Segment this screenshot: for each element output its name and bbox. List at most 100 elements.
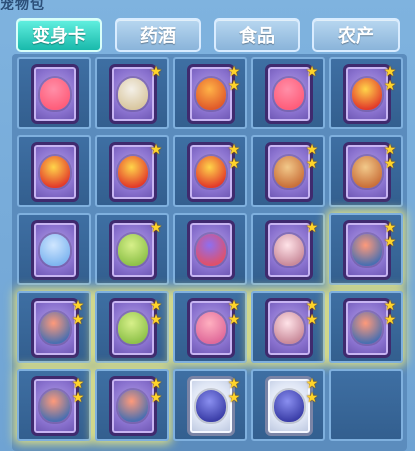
inventory-slot[interactable]: ★ ★ [173,369,247,441]
inventory-slot[interactable]: ★ ★ [329,57,403,129]
inventory-slot[interactable]: ★ [251,57,325,129]
star-rating: ★ [305,65,319,79]
inventory-slot[interactable]: ★ ★ [251,291,325,363]
tab-farm-produce[interactable]: 农产 [312,18,400,52]
star-icon: ★ [305,220,319,236]
star-icon: ★ [149,376,163,392]
inventory-slot[interactable]: ★ ★ [251,369,325,441]
inventory-slot[interactable]: ★ ★ [329,213,403,285]
armored-warrior-icon [118,390,148,422]
star-icon: ★ [383,78,397,94]
star-rating: ★ ★ [227,377,241,405]
tab-potion[interactable]: 药酒 [115,18,201,52]
inventory-slot[interactable] [17,57,91,129]
armored-warrior-icon [352,234,382,266]
star-icon: ★ [149,64,163,80]
inventory-slot[interactable]: ★ [95,213,169,285]
armored-warrior-icon [352,312,382,344]
star-icon: ★ [383,64,397,80]
star-rating: ★ [149,221,163,235]
star-icon: ★ [305,156,319,172]
empty-slot[interactable] [329,369,403,441]
inventory-slot[interactable]: ★ ★ [251,135,325,207]
green-spirit-icon [118,234,148,266]
green-spirit-icon [118,312,148,344]
inventory-slot[interactable]: ★ ★ [329,135,403,207]
star-rating: ★ ★ [149,299,163,327]
star-icon: ★ [383,298,397,314]
star-icon: ★ [305,376,319,392]
orange-dragon-icon [196,78,226,110]
pink-creature-icon [274,78,304,110]
bird-icon [196,234,226,266]
inventory-slot[interactable]: ★ ★ [17,369,91,441]
tab-transform-card[interactable]: 变身卡 [16,18,102,52]
star-rating: ★ ★ [305,143,319,171]
gold-dragon-icon [118,156,148,188]
star-icon: ★ [305,312,319,328]
pink-warrior-icon [196,312,226,344]
inventory-slot[interactable] [17,213,91,285]
inventory-slot[interactable]: ★ [95,57,169,129]
star-rating: ★ ★ [227,65,241,93]
blue-sprite-icon [40,234,70,266]
inventory-slot[interactable]: ★ ★ [173,135,247,207]
star-icon: ★ [305,298,319,314]
inventory-slot[interactable]: ★ ★ [173,57,247,129]
armored-warrior-icon [40,312,70,344]
inventory-slot[interactable]: ★ ★ [17,291,91,363]
star-icon: ★ [383,156,397,172]
star-rating: ★ ★ [383,143,397,171]
inventory-slot[interactable] [173,213,247,285]
transform-card-bird [187,220,235,280]
inventory-slot[interactable]: ★ [95,135,169,207]
star-rating: ★ ★ [383,65,397,93]
star-icon: ★ [71,376,85,392]
star-icon: ★ [305,64,319,80]
star-rating: ★ ★ [383,221,397,249]
star-rating: ★ ★ [149,377,163,405]
armored-warrior-icon [40,390,70,422]
inventory-slot[interactable]: ★ ★ [95,291,169,363]
inventory-slot[interactable]: ★ [251,213,325,285]
fox-warrior-icon [274,156,304,188]
star-icon: ★ [383,220,397,236]
inventory-slot[interactable]: ★ ★ [173,291,247,363]
star-icon: ★ [383,142,397,158]
star-rating: ★ ★ [227,299,241,327]
star-icon: ★ [227,312,241,328]
winged-girl-icon [274,312,304,344]
star-icon: ★ [71,390,85,406]
gold-dragon-icon [352,78,382,110]
inventory-grid: ★ ★ ★ ★ ★ ★ ★ ★ ★ ★ ★ ★ ★ ★ ★ ★ ★ ★ ★ ★ ★ ★ ★ ★ ★ ★ ★ ★ ★ ★ ★ ★ ★ ★ ★ [12,54,407,451]
star-icon: ★ [227,78,241,94]
star-icon: ★ [71,312,85,328]
transform-card-blue-sprite [31,220,79,280]
star-icon: ★ [71,298,85,314]
blue-knight-icon [274,390,304,422]
star-icon: ★ [227,376,241,392]
transform-card-pink-creature [31,64,79,124]
tab-food[interactable]: 食品 [214,18,300,52]
star-rating: ★ ★ [71,299,85,327]
gold-dragon-icon [40,156,70,188]
star-rating: ★ ★ [305,299,319,327]
window-title-fragment: 宠物包 [0,0,45,10]
gold-dragon-icon [196,156,226,188]
star-icon: ★ [227,142,241,158]
star-icon: ★ [149,312,163,328]
inventory-slot[interactable]: ★ ★ [329,291,403,363]
star-icon: ★ [149,142,163,158]
star-rating: ★ [305,221,319,235]
star-icon: ★ [227,390,241,406]
star-icon: ★ [149,298,163,314]
star-rating: ★ ★ [383,299,397,327]
star-rating: ★ [149,143,163,157]
star-rating: ★ ★ [305,377,319,405]
inventory-slot[interactable] [17,135,91,207]
white-fox-icon [118,78,148,110]
fox-warrior-icon [352,156,382,188]
inventory-slot[interactable]: ★ ★ [95,369,169,441]
transform-card-gold-dragon [31,142,79,202]
winged-girl-icon [274,234,304,266]
